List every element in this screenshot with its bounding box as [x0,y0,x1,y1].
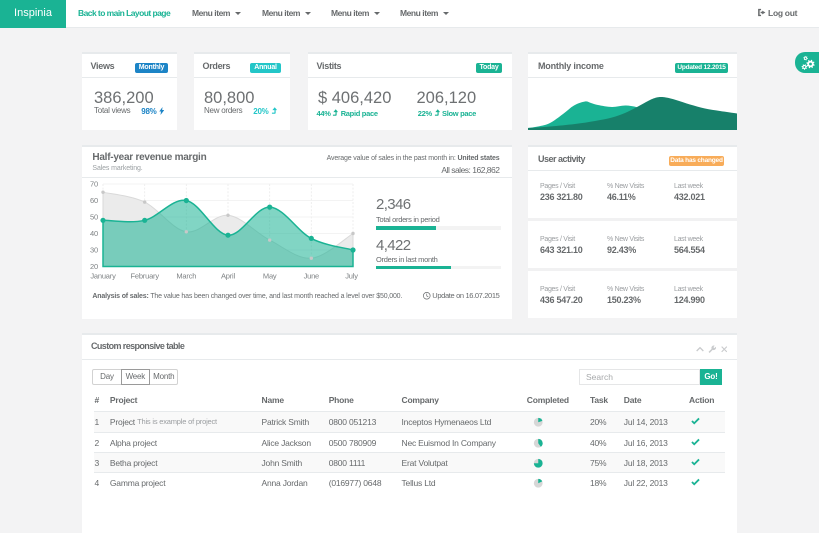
svg-text:March: March [176,272,196,281]
svg-text:70: 70 [90,180,98,189]
svg-text:February: February [130,272,159,281]
svg-text:40: 40 [90,229,98,238]
svg-text:June: June [304,272,319,281]
svg-text:April: April [221,272,236,281]
svg-text:60: 60 [90,196,98,205]
svg-text:July: July [345,272,358,281]
svg-text:30: 30 [90,246,98,255]
svg-text:20: 20 [90,262,98,271]
svg-text:January: January [90,272,116,281]
svg-text:May: May [263,272,277,281]
svg-text:50: 50 [90,213,98,222]
